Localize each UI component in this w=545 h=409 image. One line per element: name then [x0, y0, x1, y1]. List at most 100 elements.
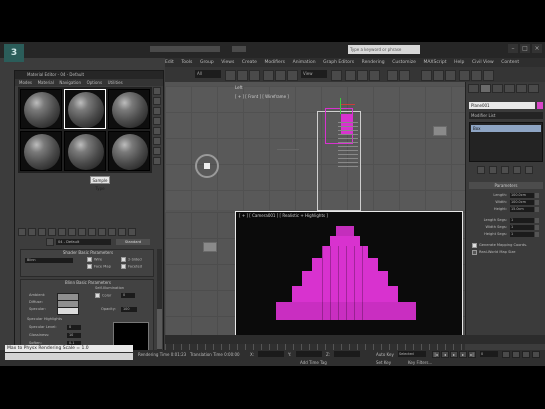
orbit-icon[interactable]	[522, 351, 530, 358]
menu-item[interactable]: Animation	[293, 58, 316, 67]
make-preview-icon[interactable]	[153, 137, 161, 145]
z-coord-field[interactable]	[334, 351, 360, 357]
y-coord-field[interactable]	[296, 351, 322, 357]
video-check-icon[interactable]	[153, 127, 161, 135]
assign-material-icon[interactable]	[38, 228, 46, 236]
shader-type-dropdown[interactable]: Blinn	[25, 258, 73, 263]
sample-slot[interactable]	[64, 131, 106, 171]
object-name-field[interactable]: Plane001	[469, 102, 535, 109]
menu-item[interactable]: Content	[501, 58, 519, 67]
camera-viewport-label[interactable]: [ + ] [ Camera001 ] [ Realistic + Highli…	[239, 213, 328, 218]
checkbox-icon[interactable]	[472, 242, 477, 248]
menu-item[interactable]: Views	[221, 58, 234, 67]
curve-editor-icon[interactable]	[421, 70, 432, 81]
close-icon[interactable]: ×	[532, 44, 542, 53]
remove-modifier-icon[interactable]	[513, 166, 521, 174]
param-field[interactable]: 1	[510, 217, 534, 223]
menu-item[interactable]: Help	[454, 58, 464, 67]
go-to-end-icon[interactable]: ▸|	[468, 351, 476, 358]
menu-item[interactable]: Customize	[392, 58, 416, 67]
select-by-name-icon[interactable]	[237, 70, 248, 81]
show-end-result-icon[interactable]	[489, 166, 497, 174]
checkbox-icon[interactable]	[472, 249, 477, 255]
menu-item[interactable]: Utilities	[108, 79, 123, 86]
configure-sets-icon[interactable]	[525, 166, 533, 174]
param-field[interactable]: 100.0cm	[510, 199, 534, 205]
shader-rollout-title[interactable]: Shader Basic Parameters	[21, 250, 155, 256]
hierarchy-tab-icon[interactable]	[492, 84, 503, 93]
timeline[interactable]	[165, 335, 545, 344]
rotate-icon[interactable]	[275, 70, 286, 81]
sample-slot[interactable]	[20, 89, 62, 129]
face-map-option[interactable]: Face Map	[87, 264, 111, 270]
get-material-icon[interactable]	[18, 228, 26, 236]
select-icon[interactable]	[225, 70, 236, 81]
maxscript-input[interactable]	[5, 353, 133, 360]
menu-item[interactable]: Modifiers	[264, 58, 285, 67]
menu-item[interactable]: Civil View	[472, 58, 494, 67]
maximize-icon[interactable]: □	[520, 44, 530, 53]
show-end-result-icon[interactable]	[108, 228, 116, 236]
create-tab-icon[interactable]	[468, 84, 479, 93]
spinner-icon[interactable]	[535, 224, 539, 230]
checkbox-icon[interactable]	[121, 264, 126, 269]
motion-tab-icon[interactable]	[504, 84, 515, 93]
param-field[interactable]: 100.0cm	[510, 192, 534, 198]
align-icon[interactable]	[399, 70, 410, 81]
pick-material-icon[interactable]	[46, 238, 54, 246]
sample-slot[interactable]	[108, 131, 150, 171]
render-setup-icon[interactable]	[459, 70, 470, 81]
put-to-scene-icon[interactable]	[28, 228, 36, 236]
material-name-field[interactable]: 04 - Default	[56, 239, 111, 245]
copy-material-icon[interactable]	[58, 228, 66, 236]
material-type-button[interactable]: Standard	[116, 239, 150, 245]
menu-item[interactable]: Options	[87, 79, 102, 86]
viewcube-face[interactable]	[204, 163, 210, 169]
viewcube-icon[interactable]	[195, 154, 219, 178]
snap-icon[interactable]	[345, 70, 356, 81]
param-field[interactable]: 1	[510, 224, 534, 230]
play-icon[interactable]: ▸	[450, 351, 458, 358]
make-unique-icon[interactable]	[501, 166, 509, 174]
x-coord-field[interactable]	[258, 351, 284, 357]
key-filters-button[interactable]: Key Filters...	[408, 360, 432, 365]
real-world-checkbox[interactable]: Real-World Map Size	[472, 249, 544, 255]
sample-slot-active[interactable]	[64, 89, 106, 129]
spec-level-field[interactable]: 0	[67, 325, 81, 330]
object-color-swatch[interactable]	[537, 102, 543, 109]
auto-key-button[interactable]: Auto Key	[376, 352, 394, 357]
menu-item[interactable]: Group	[200, 58, 214, 67]
menu-item[interactable]: Tools	[181, 58, 192, 67]
put-to-library-icon[interactable]	[78, 228, 86, 236]
scrollbar-thumb[interactable]	[157, 309, 162, 349]
checkbox-icon[interactable]	[87, 257, 92, 262]
viewport-label[interactable]: [ + ] [ Front ] [ Wireframe ]	[235, 94, 289, 99]
blinn-rollout-title[interactable]: Blinn Basic Parameters	[21, 280, 155, 286]
uv-tiling-icon[interactable]	[153, 117, 161, 125]
stack-item-box[interactable]: Box	[471, 125, 541, 132]
self-illum-value[interactable]: 0	[121, 293, 135, 298]
maximize-viewport-icon[interactable]	[532, 351, 540, 358]
mirror-icon[interactable]	[387, 70, 398, 81]
sample-type-icon[interactable]	[153, 87, 161, 95]
checkbox-icon[interactable]	[87, 264, 92, 269]
param-field[interactable]: 15.0cm	[510, 206, 534, 212]
next-frame-icon[interactable]: ▸	[459, 351, 467, 358]
gizmo-y-axis[interactable]	[340, 98, 341, 114]
menu-item[interactable]: Material	[38, 79, 54, 86]
percent-snap-icon[interactable]	[369, 70, 380, 81]
schematic-icon[interactable]	[433, 70, 444, 81]
menu-item[interactable]: Modes	[19, 79, 32, 86]
make-unique-icon[interactable]	[68, 228, 76, 236]
zoom-icon[interactable]	[502, 351, 510, 358]
minimize-icon[interactable]: –	[508, 44, 518, 53]
sample-slot[interactable]	[20, 131, 62, 171]
menu-item[interactable]: Edit	[165, 58, 174, 67]
pin-stack-icon[interactable]	[477, 166, 485, 174]
go-to-start-icon[interactable]: |◂	[432, 351, 440, 358]
menu-item[interactable]: Navigation	[59, 79, 81, 86]
material-id-icon[interactable]	[88, 228, 96, 236]
render-icon[interactable]	[483, 70, 494, 81]
glossiness-field[interactable]: 10	[67, 333, 81, 338]
parameters-rollout[interactable]: Parameters	[469, 182, 543, 189]
